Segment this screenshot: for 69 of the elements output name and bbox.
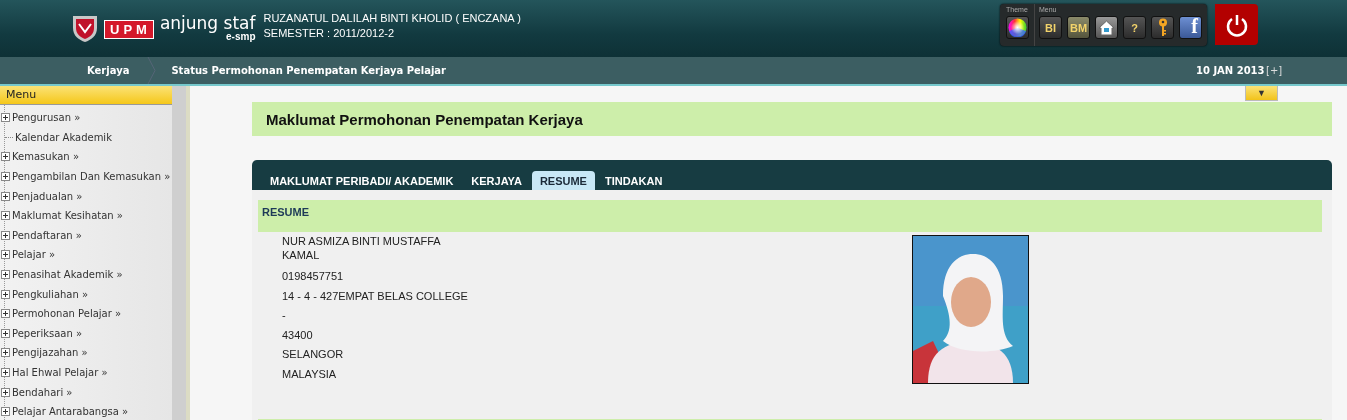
tab[interactable]: TINDAKAN [596, 171, 671, 190]
facebook-button[interactable]: f [1179, 16, 1202, 39]
expand-toggle[interactable]: [+] [1266, 65, 1283, 76]
power-icon [1224, 12, 1249, 37]
expand-icon[interactable] [1, 368, 10, 377]
shield-logo-icon [72, 14, 98, 43]
sidebar-item[interactable]: Pengambilan Dan Kemasukan » [12, 171, 171, 183]
logo-mark: UPM [104, 19, 154, 39]
breadcrumb-separator [147, 57, 158, 84]
sidebar-item[interactable]: Kalendar Akademik [15, 131, 112, 143]
expand-icon[interactable] [1, 387, 10, 397]
expand-icon[interactable] [1, 407, 10, 417]
sidebar-item[interactable]: Penjadualan » [12, 190, 83, 202]
resume-text: - [282, 309, 287, 324]
expand-icon[interactable] [1, 309, 10, 319]
collapse-toggle[interactable]: ▼ [1245, 86, 1278, 101]
user-name: RUZANATUL DALILAH BINTI KHOLID ( ENCZANA ) [263, 10, 521, 26]
resume-text: 14 - 4 - 427EMPAT BELAS COLLEGE [282, 289, 469, 304]
tab[interactable]: RESUME [531, 171, 595, 190]
key-button[interactable] [1151, 16, 1174, 39]
expand-icon[interactable] [1, 191, 10, 201]
resume-text: SELANGOR [282, 348, 345, 363]
date-label: 10 JAN 2013 [1196, 65, 1265, 76]
sidebar-item[interactable]: Pendaftaran » [12, 229, 82, 241]
expand-icon[interactable] [1, 250, 10, 260]
sidebar-item[interactable]: Bendahari » [12, 386, 73, 398]
sidebar-item[interactable]: Pelajar » [12, 249, 56, 261]
menu-header: Menu [0, 86, 172, 105]
page-title: Maklumat Permohonan Penempatan Kerjaya [266, 110, 583, 128]
resume-text: MALAYSIA [282, 367, 338, 382]
sidebar-item[interactable]: Pelajar Antarabangsa » [12, 406, 129, 418]
resume-text: NUR ASMIZA BINTI MUSTAFFA KAMAL [282, 235, 442, 263]
expand-icon[interactable] [1, 328, 10, 338]
toolbar-button[interactable]: ? [1123, 16, 1146, 39]
breadcrumb-current: Status Permohonan Penempatan Kerjaya Pelajar [171, 65, 447, 76]
sidebar-item[interactable]: Hal Ehwal Pelajar » [12, 367, 108, 378]
expand-icon[interactable] [1, 289, 10, 299]
semester-label: SEMESTER : 2011/2012-2 [263, 25, 396, 41]
theme-button[interactable] [1006, 16, 1029, 39]
resume-text: 0198457751 [282, 270, 345, 284]
power-button[interactable] [1215, 4, 1258, 45]
sidebar-item[interactable]: Maklumat Kesihatan » [12, 210, 123, 222]
toolbar-button[interactable]: BM [1067, 16, 1090, 39]
resume-text: 43400 [282, 328, 314, 343]
expand-icon[interactable] [1, 270, 10, 280]
breadcrumb-link[interactable]: Kerjaya [87, 65, 130, 76]
section-title: RESUME [262, 206, 310, 218]
expand-icon[interactable] [1, 113, 10, 123]
expand-icon[interactable] [1, 348, 10, 358]
expand-icon[interactable] [1, 172, 10, 182]
sidebar-item[interactable]: Penasihat Akademik » [12, 269, 123, 281]
color-wheel-icon [1008, 18, 1027, 37]
home-icon [1098, 19, 1115, 36]
tab[interactable]: MAKLUMAT PERIBADI/ AKADEMIK [262, 171, 462, 190]
logo-name: anjung staf [159, 15, 256, 32]
sidebar-item[interactable]: Pengijazahan » [12, 347, 88, 359]
expand-icon[interactable] [1, 211, 10, 221]
sidebar-item[interactable]: Kemasukan » [12, 151, 79, 163]
home-button[interactable] [1095, 16, 1118, 39]
key-icon [1157, 18, 1168, 37]
sidebar-item[interactable]: Pengkuliahan » [12, 288, 89, 300]
sidebar-item[interactable]: Pengurusan » [12, 112, 81, 124]
expand-icon[interactable] [1, 152, 10, 162]
sidebar-item[interactable]: Permohonan Pelajar » [12, 308, 122, 320]
expand-icon[interactable] [1, 230, 10, 240]
toolbar-button[interactable]: BI [1039, 16, 1062, 39]
tab[interactable]: KERJAYA [463, 171, 530, 190]
logo-subtitle: e-smp [226, 32, 256, 42]
sidebar-item[interactable]: Peperiksaan » [12, 327, 83, 339]
